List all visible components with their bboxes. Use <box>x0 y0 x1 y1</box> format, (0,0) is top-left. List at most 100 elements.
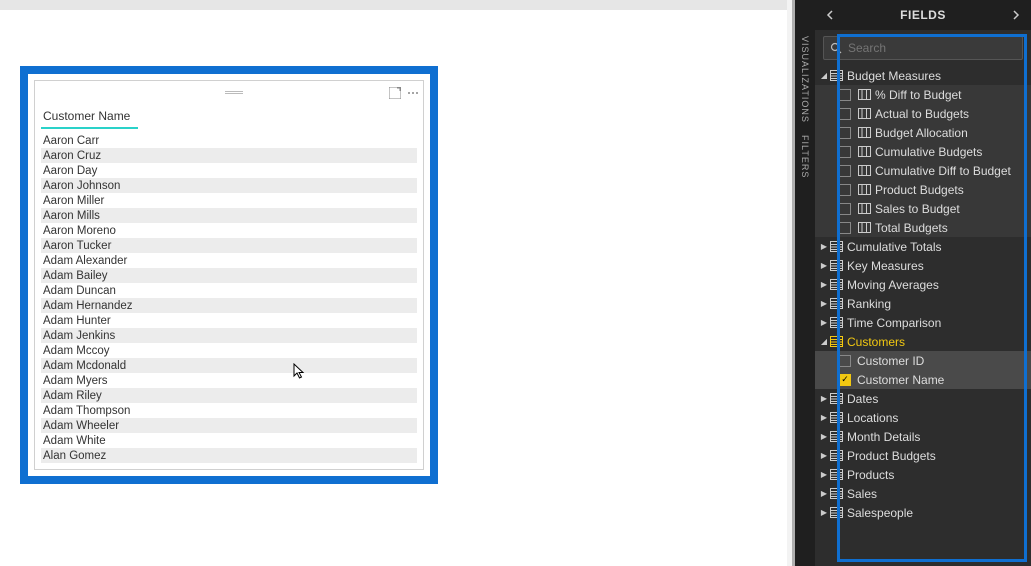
field-checkbox[interactable] <box>839 203 851 215</box>
table-row[interactable]: Aaron Johnson <box>41 178 417 193</box>
table-icon <box>829 260 843 272</box>
table-row[interactable]: Adam Wheeler <box>41 418 417 433</box>
table-row[interactable]: Aaron Miller <box>41 193 417 208</box>
field-node[interactable]: Total Budgets <box>815 218 1031 237</box>
table-row[interactable]: Adam Mccoy <box>41 343 417 358</box>
table-row[interactable]: Adam Hunter <box>41 313 417 328</box>
field-node[interactable]: Budget Allocation <box>815 123 1031 142</box>
table-row[interactable]: Adam Riley <box>41 388 417 403</box>
table-row[interactable]: Adam White <box>41 433 417 448</box>
report-canvas[interactable]: Customer Name Aaron CarrAaron CruzAaron … <box>0 10 790 566</box>
field-label: % Diff to Budget <box>875 88 1025 102</box>
fields-tree[interactable]: ◢Budget Measures % Diff to Budget Actual t… <box>815 66 1031 566</box>
table-node[interactable]: ◢Budget Measures <box>815 66 1031 85</box>
search-input[interactable] <box>848 41 1016 55</box>
field-checkbox[interactable] <box>839 108 851 120</box>
expand-icon[interactable]: ▶ <box>819 451 829 460</box>
table-row[interactable]: Aaron Mills <box>41 208 417 223</box>
expand-icon[interactable]: ▶ <box>819 299 829 308</box>
expand-icon[interactable]: ▶ <box>819 489 829 498</box>
table-row[interactable]: Aaron Cruz <box>41 148 417 163</box>
chevron-right-icon[interactable] <box>1011 10 1021 20</box>
table-body: Customer Name Aaron CarrAaron CruzAaron … <box>35 103 423 469</box>
data-rows-container[interactable]: Aaron CarrAaron CruzAaron DayAaron Johns… <box>41 133 417 469</box>
field-node[interactable]: Actual to Budgets <box>815 104 1031 123</box>
table-node[interactable]: ▶Salespeople <box>815 503 1031 522</box>
table-icon <box>829 317 843 329</box>
field-checkbox[interactable] <box>839 127 851 139</box>
filters-tab[interactable]: FILTERS <box>800 135 810 178</box>
drag-grip-icon[interactable] <box>225 91 243 94</box>
table-icon <box>829 431 843 443</box>
measure-icon <box>857 184 871 196</box>
expand-icon[interactable]: ▶ <box>819 242 829 251</box>
expand-icon[interactable]: ▶ <box>819 432 829 441</box>
table-row[interactable]: Aaron Carr <box>41 133 417 148</box>
table-icon <box>829 336 843 348</box>
table-icon <box>829 488 843 500</box>
table-node[interactable]: ▶ Key Measures <box>815 256 1031 275</box>
table-node[interactable]: ▶Sales <box>815 484 1031 503</box>
field-label: Total Budgets <box>875 221 1025 235</box>
field-node[interactable]: Product Budgets <box>815 180 1031 199</box>
table-visual-inner: Customer Name Aaron CarrAaron CruzAaron … <box>34 80 424 470</box>
measure-icon <box>857 203 871 215</box>
table-row[interactable]: Adam Mcdonald <box>41 358 417 373</box>
more-options-icon[interactable] <box>407 86 419 98</box>
table-row[interactable]: Adam Duncan <box>41 283 417 298</box>
collapsed-panes-rail: VISUALIZATIONS FILTERS <box>795 0 815 566</box>
table-node[interactable]: ◢Customers <box>815 332 1031 351</box>
field-node[interactable]: Customer ID <box>815 351 1031 370</box>
table-node[interactable]: ▶Month Details <box>815 427 1031 446</box>
field-node[interactable]: % Diff to Budget <box>815 85 1031 104</box>
field-checkbox[interactable] <box>839 165 851 177</box>
expand-icon[interactable]: ◢ <box>819 337 829 346</box>
table-row[interactable]: Adam Thompson <box>41 403 417 418</box>
field-checkbox[interactable] <box>839 355 851 367</box>
node-label: Key Measures <box>847 259 1025 273</box>
field-checkbox[interactable] <box>839 184 851 196</box>
expand-icon[interactable]: ▶ <box>819 470 829 479</box>
table-row[interactable]: Alan Gomez <box>41 448 417 463</box>
field-label: Sales to Budget <box>875 202 1025 216</box>
field-node[interactable]: Sales to Budget <box>815 199 1031 218</box>
table-row[interactable]: Adam Myers <box>41 373 417 388</box>
chevron-left-icon[interactable] <box>825 10 835 20</box>
expand-icon[interactable]: ▶ <box>819 508 829 517</box>
visualizations-tab[interactable]: VISUALIZATIONS <box>800 36 810 123</box>
expand-icon[interactable]: ▶ <box>819 261 829 270</box>
expand-icon[interactable]: ◢ <box>819 71 829 80</box>
table-row[interactable]: Aaron Day <box>41 163 417 178</box>
expand-icon[interactable]: ▶ <box>819 280 829 289</box>
table-node[interactable]: ▶Dates <box>815 389 1031 408</box>
table-node[interactable]: ▶Product Budgets <box>815 446 1031 465</box>
table-row[interactable]: Adam Alexander <box>41 253 417 268</box>
table-node[interactable]: ▶Cumulative Totals <box>815 237 1031 256</box>
table-node[interactable]: ▶Products <box>815 465 1031 484</box>
expand-icon[interactable]: ▶ <box>819 413 829 422</box>
fields-search[interactable] <box>823 36 1023 60</box>
field-checkbox[interactable] <box>839 146 851 158</box>
field-checkbox[interactable]: ✓ <box>839 374 851 386</box>
focus-mode-icon[interactable] <box>389 86 401 98</box>
table-row[interactable]: Aaron Tucker <box>41 238 417 253</box>
table-node[interactable]: ▶Locations <box>815 408 1031 427</box>
table-visual-selected[interactable]: Customer Name Aaron CarrAaron CruzAaron … <box>20 66 438 484</box>
expand-icon[interactable]: ▶ <box>819 318 829 327</box>
field-node[interactable]: ✓Customer Name <box>815 370 1031 389</box>
table-node[interactable]: ▶Time Comparison <box>815 313 1031 332</box>
table-row[interactable]: Aaron Moreno <box>41 223 417 238</box>
table-row[interactable]: Adam Jenkins <box>41 328 417 343</box>
table-row[interactable]: Adam Hernandez <box>41 298 417 313</box>
table-row[interactable]: Adam Bailey <box>41 268 417 283</box>
field-label: Budget Allocation <box>875 126 1025 140</box>
field-node[interactable]: Cumulative Budgets <box>815 142 1031 161</box>
column-header[interactable]: Customer Name <box>41 105 138 129</box>
field-node[interactable]: Cumulative Diff to Budget <box>815 161 1031 180</box>
expand-icon[interactable]: ▶ <box>819 394 829 403</box>
table-node[interactable]: ▶Ranking <box>815 294 1031 313</box>
measure-icon <box>857 127 871 139</box>
field-checkbox[interactable] <box>839 89 851 101</box>
field-checkbox[interactable] <box>839 222 851 234</box>
table-node[interactable]: ▶Moving Averages <box>815 275 1031 294</box>
